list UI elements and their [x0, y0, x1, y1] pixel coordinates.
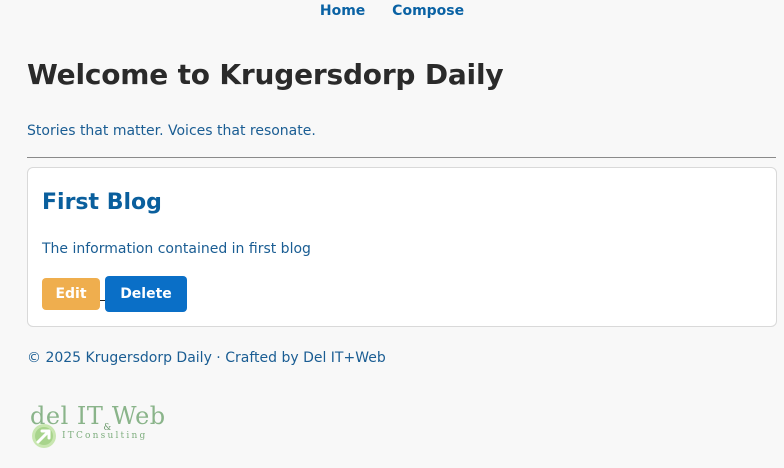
post-card: First Blog The information contained in …: [27, 167, 777, 327]
nav-compose-link[interactable]: Compose: [390, 3, 466, 19]
arrow-up-right-icon: [32, 424, 56, 448]
footer-text: © 2025 Krugersdorp Daily · Crafted by De…: [27, 350, 386, 366]
delete-button[interactable]: Delete: [105, 276, 187, 312]
logo-subtitle: ITConsulting: [62, 431, 148, 441]
edit-button[interactable]: Edit: [42, 278, 100, 310]
top-nav: Home Compose: [0, 3, 784, 19]
company-logo: del IT&Web ITConsulting: [28, 400, 170, 452]
page-title: Welcome to Krugersdorp Daily: [27, 58, 504, 91]
divider: [27, 157, 776, 158]
nav-home-link[interactable]: Home: [318, 3, 367, 19]
page-tagline: Stories that matter. Voices that resonat…: [27, 123, 316, 139]
post-body: The information contained in first blog: [42, 241, 311, 257]
post-title: First Blog: [42, 190, 162, 215]
